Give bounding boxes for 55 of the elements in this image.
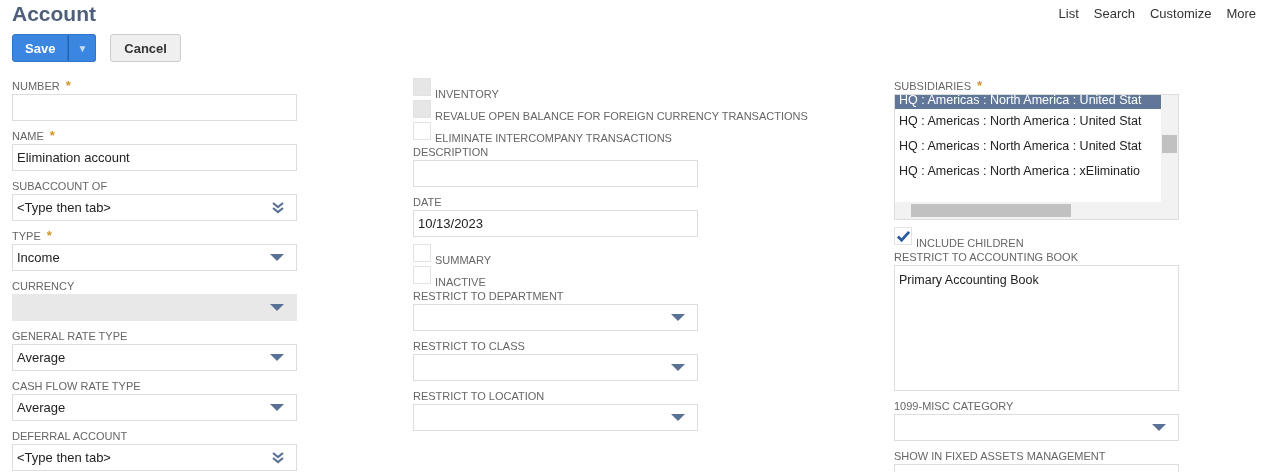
multiselect-list[interactable]: HQ : Americas : North America : United Stat HQ : Americas : North America : United Stat HQ : Americas : North America : United Stat HQ : Americas : North America : xEliminatio [894,94,1179,220]
required-mark: * [65,78,71,94]
checkbox-label: REVALUE OPEN BALANCE FOR FOREIGN CURRENCY TRANSACTIONS [435,110,808,122]
field-label: RESTRICT TO DEPARTMENT [413,289,564,304]
field-label: DATE [413,195,442,210]
nav-link[interactable]: More [1226,6,1256,21]
field-label: CURRENCY [12,279,75,294]
dropdown-field[interactable]: Income [12,244,297,271]
checkbox-label: INVENTORY [435,88,499,100]
nav-link[interactable]: Customize [1149,6,1212,21]
list-option[interactable]: Primary Accounting Book [895,268,1178,293]
field-label: TYPE [12,229,41,244]
checkbox-label: SUMMARY [435,254,492,266]
field-label: DESCRIPTION [413,145,489,160]
field-value: <Type then tab> [17,450,111,465]
field-label: CASH FLOW RATE TYPE [12,379,141,394]
lookup-field[interactable]: <Type then tab> [12,194,297,221]
field-label: SHOW IN FIXED ASSETS MANAGEMENT [894,449,1106,464]
nav-link[interactable]: List [1058,6,1079,21]
required-mark: * [977,78,983,94]
field-value: Elimination account [17,150,130,165]
required-mark: * [46,228,52,244]
field-label: NUMBER [12,79,60,94]
list-box[interactable]: Primary Accounting Book [894,265,1179,391]
field-label: SUBACCOUNT OF [12,179,108,194]
list-option[interactable]: HQ : Americas : North America : United Stat [895,109,1161,134]
list-option[interactable]: HQ : Americas : North America : United Stat [895,134,1161,159]
field-label: RESTRICT TO ACCOUNTING BOOK [894,250,1078,265]
field-label: NAME [12,129,44,144]
list-option[interactable]: HQ : Americas : North America : xEliminatio [895,159,1161,184]
checkbox-label: INCLUDE CHILDREN [916,237,1024,249]
field-value: <Type then tab> [17,200,111,215]
field-label: GENERAL RATE TYPE [12,329,128,344]
field-value: Income [17,250,60,265]
cancel-button[interactable]: Cancel [110,34,181,62]
nav-link[interactable]: Search [1093,6,1135,21]
field-value: Average [17,400,66,415]
required-mark: * [49,128,55,144]
field-value: 10/13/2023 [418,216,484,231]
field-label: RESTRICT TO LOCATION [413,389,545,404]
field-label: RESTRICT TO CLASS [413,339,525,354]
dropdown-field[interactable]: Average [12,394,297,421]
input-field[interactable]: Elimination account [12,144,297,171]
field-label: 1099-MISC CATEGORY [894,399,1014,414]
page-title: Account [12,1,96,27]
lookup-field[interactable]: <Type then tab> [12,444,297,471]
field-value: Average [17,350,66,365]
input-field[interactable]: 10/13/2023 [413,210,698,237]
field-label: SUBSIDIARIES [894,79,972,94]
list-option[interactable]: HQ : Americas : North America : United Stat [895,95,1161,109]
field-label: DEFERRAL ACCOUNT [12,429,128,444]
checkbox-label: INACTIVE [435,276,486,288]
checkbox-label: ELIMINATE INTERCOMPANY TRANSACTIONS [435,132,672,144]
save-button[interactable]: Save [12,34,69,62]
dropdown-field[interactable]: Average [12,344,297,371]
